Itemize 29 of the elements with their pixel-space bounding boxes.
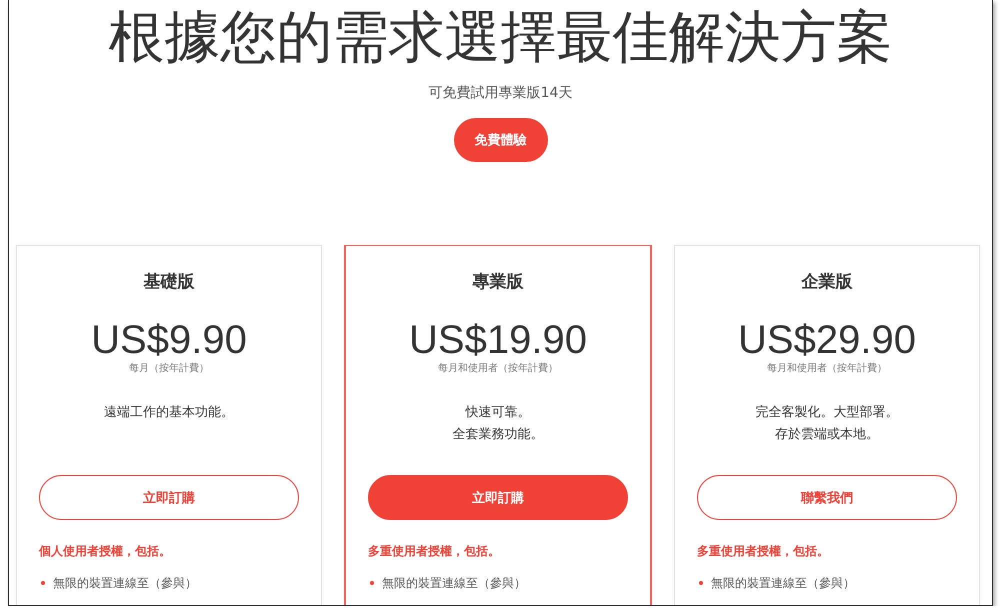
feature-text: 無限的裝置連線至（參與） — [711, 575, 855, 592]
plan-button[interactable]: 立即訂購 — [368, 475, 628, 520]
feature-text: 無限的裝置連線至（參與） — [382, 575, 526, 592]
bullet-icon — [41, 581, 45, 585]
plan-button[interactable]: 聯繫我們 — [697, 475, 957, 520]
plan-description: 快速可靠。 — [464, 404, 532, 422]
plan-description: 存於雲端或本地。 — [774, 426, 880, 444]
plan-description: 完全客製化。大型部署。 — [754, 404, 900, 422]
plan-name: 企業版 — [800, 271, 854, 294]
page-title: 根據您的需求選擇最佳解決方案 — [108, 4, 892, 71]
plan-price: US$19.90 — [408, 318, 588, 362]
plan-description: 全套業務功能。 — [452, 426, 544, 444]
plan-description: 遠端工作的基本功能。 — [103, 404, 235, 422]
trial-button[interactable]: 免費體驗 — [454, 118, 548, 162]
billing-note: 每月和使用者（按年計費） — [766, 362, 888, 376]
plan-name: 基礎版 — [142, 271, 196, 294]
license-heading: 個人使用者授權，包括。 — [39, 543, 172, 560]
billing-note: 每月和使用者（按年計費） — [437, 362, 559, 376]
plan-button[interactable]: 立即訂購 — [39, 475, 299, 520]
bullet-icon — [699, 581, 703, 585]
license-heading: 多重使用者授權，包括。 — [368, 543, 501, 560]
plan-price: US$29.90 — [737, 318, 917, 362]
trial-note: 可免費試用專業版14天 — [428, 84, 572, 103]
plan-price: US$9.90 — [90, 318, 248, 362]
license-heading: 多重使用者授權，包括。 — [697, 543, 830, 560]
plan-name: 專業版 — [472, 271, 524, 294]
billing-note: 每月（按年計費） — [128, 362, 210, 376]
feature-text: 無限的裝置連線至（參與） — [53, 575, 197, 592]
bullet-icon — [370, 581, 374, 585]
